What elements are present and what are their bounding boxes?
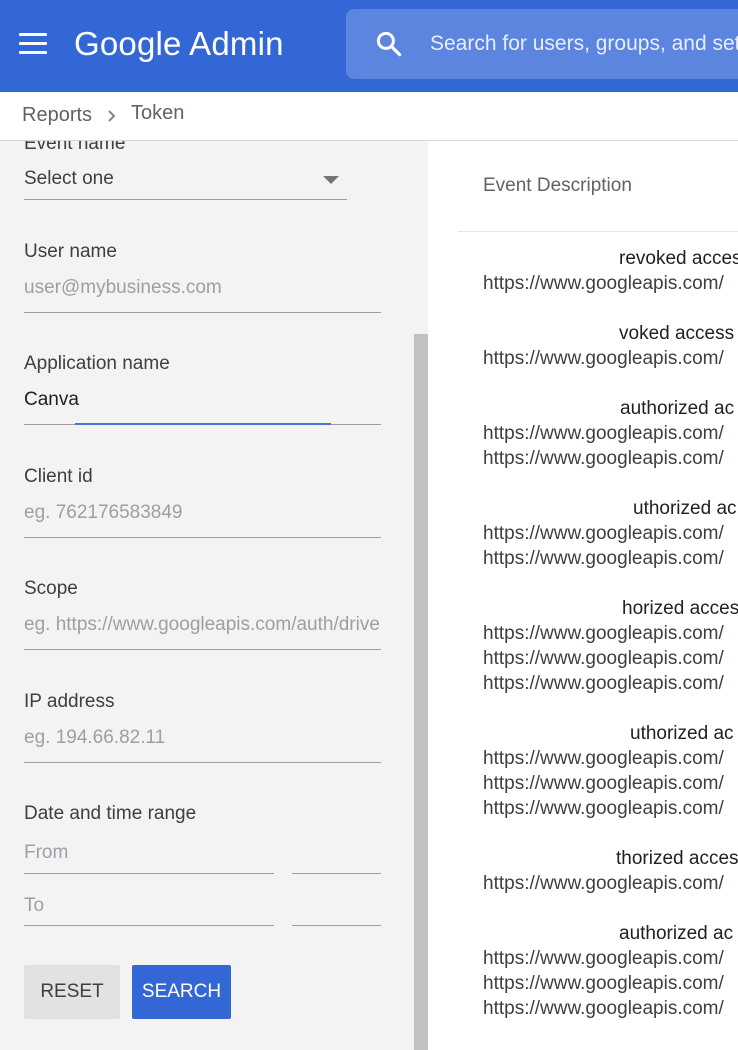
event-title: authorized ac — [620, 398, 735, 419]
breadcrumb-reports-link[interactable]: Reports — [22, 104, 92, 127]
time-to-input[interactable] — [292, 891, 380, 921]
client-id-label: Client id — [24, 466, 93, 487]
event-title: revoked access — [619, 248, 738, 269]
ip-address-underline — [24, 762, 381, 763]
event-scope-url: https://www.googleapis.com/ — [483, 998, 724, 1019]
event-title: horized acces — [622, 598, 738, 619]
event-scope-url: https://www.googleapis.com/ — [483, 673, 724, 694]
dropdown-arrow-icon[interactable] — [323, 176, 339, 184]
event-title: voked access t — [619, 323, 738, 344]
application-name-label: Application name — [24, 353, 170, 374]
time-to-underline — [292, 925, 381, 926]
user-name-label: User name — [24, 241, 117, 262]
app-bar: Google Admin — [0, 0, 738, 92]
event-scope-url: https://www.googleapis.com/ — [483, 948, 724, 969]
event-scope-url: https://www.googleapis.com/ — [483, 548, 724, 569]
scope-underline — [24, 649, 381, 650]
event-description-header[interactable]: Event Description — [483, 175, 632, 197]
user-name-underline — [24, 312, 381, 313]
event-scope-url: https://www.googleapis.com/ — [483, 523, 724, 544]
event-title: uthorized ac — [630, 723, 734, 744]
search-icon[interactable] — [374, 29, 404, 59]
header-divider — [458, 231, 738, 232]
reset-button[interactable]: RESET — [24, 965, 120, 1019]
event-scope-url: https://www.googleapis.com/ — [483, 623, 724, 644]
menu-icon[interactable] — [19, 33, 47, 55]
event-name-label: Event name — [24, 141, 126, 154]
time-from-underline — [292, 873, 381, 874]
event-scope-url: https://www.googleapis.com/ — [483, 273, 724, 294]
search-input[interactable] — [430, 9, 738, 79]
time-from-input[interactable] — [292, 838, 380, 868]
event-scope-url: https://www.googleapis.com/ — [483, 798, 724, 819]
event-scope-url: https://www.googleapis.com/ — [483, 873, 724, 894]
breadcrumb: Reports Token — [0, 92, 738, 141]
event-scope-url: https://www.googleapis.com/ — [483, 423, 724, 444]
date-from-input[interactable] — [24, 838, 272, 868]
date-to-underline — [24, 925, 274, 926]
event-scope-url: https://www.googleapis.com/ — [483, 448, 724, 469]
client-id-underline — [24, 537, 381, 538]
event-scope-url: https://www.googleapis.com/ — [483, 748, 724, 769]
search-box[interactable] — [346, 9, 738, 79]
scope-label: Scope — [24, 578, 78, 599]
search-button[interactable]: SEARCH — [132, 965, 231, 1019]
event-scope-url: https://www.googleapis.com/ — [483, 973, 724, 994]
ip-address-label: IP address — [24, 691, 115, 712]
event-scope-url: https://www.googleapis.com/ — [483, 648, 724, 669]
events-table: Event Description revoked access https://… — [428, 141, 738, 1050]
ip-address-input[interactable] — [24, 723, 381, 753]
client-id-input[interactable] — [24, 498, 381, 528]
event-name-underline — [24, 199, 347, 200]
event-title: thorized acces — [616, 848, 738, 869]
event-title: authorized ac — [619, 923, 734, 944]
scope-input[interactable] — [24, 610, 381, 640]
event-scope-url: https://www.googleapis.com/ — [483, 348, 724, 369]
date-from-underline — [24, 873, 274, 874]
event-scope-url: https://www.googleapis.com/ — [483, 773, 724, 794]
application-name-focus-line — [75, 423, 331, 425]
breadcrumb-current: Token — [131, 102, 185, 124]
app-logo[interactable]: Google Admin — [74, 24, 284, 64]
application-name-input[interactable] — [24, 385, 381, 415]
date-range-label: Date and time range — [24, 803, 197, 824]
date-to-input[interactable] — [24, 891, 272, 921]
event-title: uthorized ac — [633, 498, 737, 519]
chevron-right-icon — [108, 110, 116, 122]
filter-panel: Event name Select one User name Applicat… — [0, 141, 428, 1050]
scrollbar[interactable] — [414, 334, 428, 1050]
user-name-input[interactable] — [24, 273, 381, 303]
event-name-value[interactable]: Select one — [24, 168, 114, 190]
